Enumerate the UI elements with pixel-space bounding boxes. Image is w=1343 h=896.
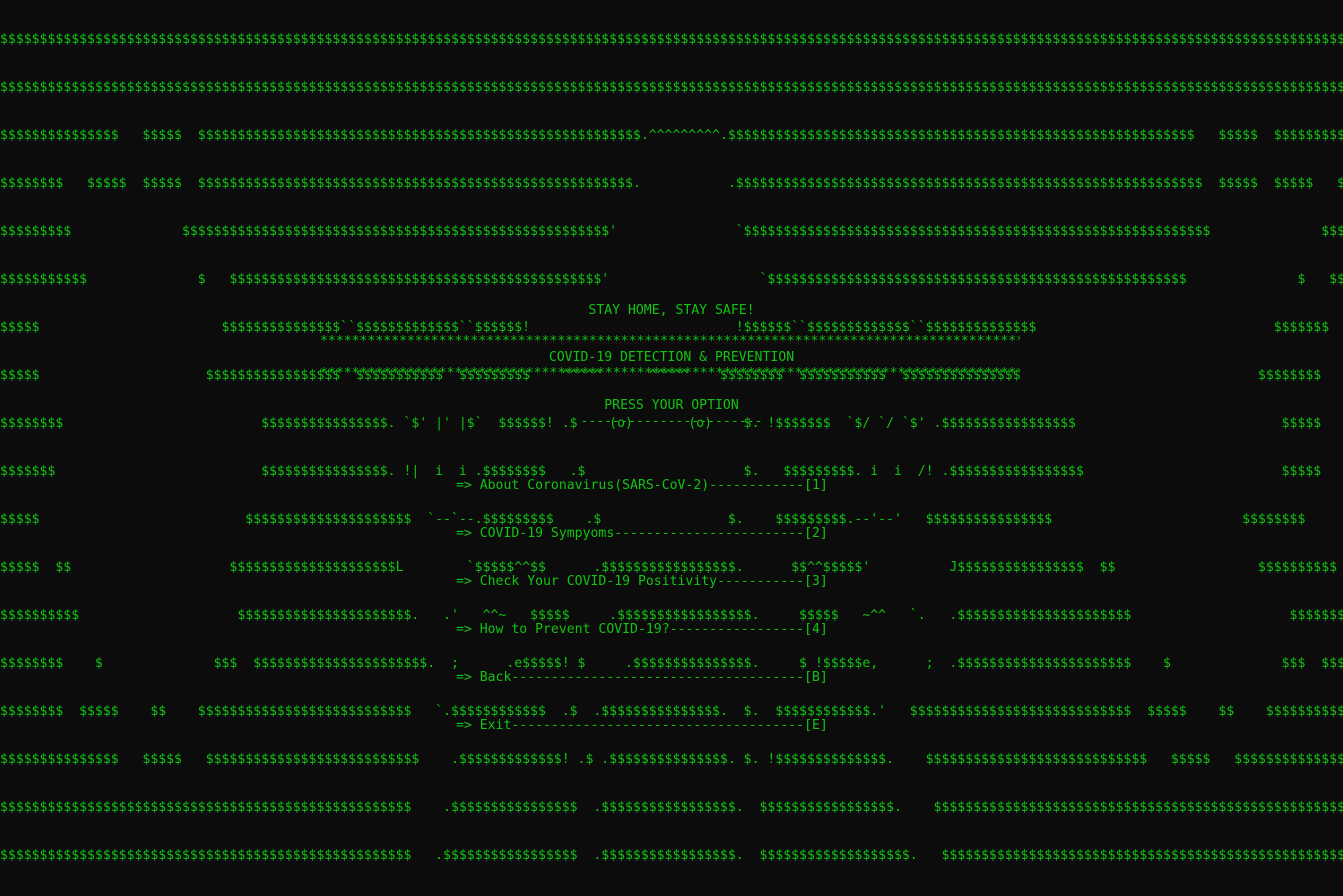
- menu-option-symptoms[interactable]: => COVID-19 Sympyoms--------------------…: [456, 526, 828, 542]
- stars-divider-top: ****************************************…: [320, 334, 1020, 349]
- slogan-text: STAY HOME, STAY SAFE!: [588, 303, 755, 318]
- ascii-art-line: $$$$$$$$$ $$$$$$$$$$$$$$$$$$$$$$$$$$$$$$…: [0, 224, 1343, 239]
- ascii-art-line: $$$$$$$$$$$$$$$$$$$$$$$$$$$$$$$$$$$$$$$$…: [0, 800, 1343, 815]
- ascii-art-line: $$$$$$$$$$$ $ $$$$$$$$$$$$$$$$$$$$$$$$$$…: [0, 272, 1343, 287]
- prompt-underline: -----------------------: [580, 414, 763, 429]
- menu-option-back[interactable]: => Back---------------------------------…: [456, 670, 828, 686]
- ascii-art-line: $$$$$$$$$$$$$$$$$$$$$$$$$$$$$$$$$$$$$$$$…: [0, 32, 1343, 47]
- menu-option-prevention[interactable]: => How to Prevent COVID-19?-------------…: [456, 622, 828, 638]
- prompt-text: PRESS YOUR OPTION: [604, 398, 739, 413]
- menu-option-check-positivity[interactable]: => Check Your COVID-19 Positivity-------…: [456, 574, 828, 590]
- ascii-art-line: $$$$$$$$$$$$$$$$$$$$$$$$$$$$$$$$$$$$$$$$…: [0, 80, 1343, 95]
- ascii-art-line: $$$$$$$$$$$$$$$ $$$$$ $$$$$$$$$$$$$$$$$$…: [0, 128, 1343, 143]
- ascii-art-line: $$$$$$$$$$$$$$$$$$$$$$$$$$$$$$$$$$$$$$$$…: [0, 848, 1343, 863]
- menu-option-exit[interactable]: => Exit---------------------------------…: [456, 718, 828, 734]
- option-menu: => About Coronavirus(SARS-CoV-2)--------…: [456, 446, 828, 766]
- console-window: $$$$$$$$$$$$$$$$$$$$$$$$$$$$$$$$$$$$$$$$…: [0, 0, 1343, 863]
- ascii-art-line: $$$$$$$$ $$$$$ $$$$$ $$$$$$$$$$$$$$$$$$$…: [0, 176, 1343, 191]
- menu-option-about[interactable]: => About Coronavirus(SARS-CoV-2)--------…: [456, 478, 828, 494]
- app-heading: COVID-19 DETECTION & PREVENTION: [548, 350, 795, 365]
- stars-divider-bottom: ****************************************…: [320, 366, 1020, 381]
